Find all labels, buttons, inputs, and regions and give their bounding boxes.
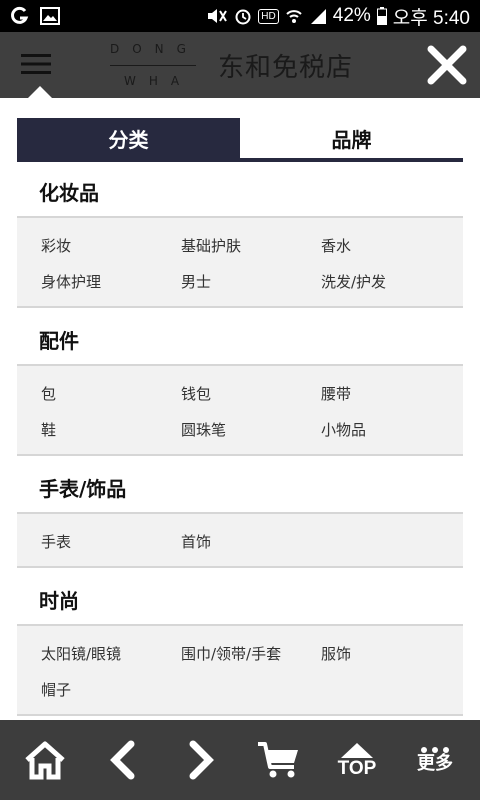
section-title[interactable]: 配件 bbox=[17, 314, 463, 364]
back-button[interactable] bbox=[88, 725, 158, 795]
category-item[interactable]: 身体护理 bbox=[41, 263, 181, 299]
section-accessories: 配件 包 钱包 腰带 鞋 圆珠笔 小物品 bbox=[17, 314, 463, 456]
category-item[interactable]: 彩妆 bbox=[41, 227, 181, 263]
category-item[interactable]: 鞋 bbox=[41, 411, 181, 447]
category-item[interactable]: 服饰 bbox=[321, 635, 461, 671]
status-bar: HD 42% 오후 5:40 bbox=[0, 0, 480, 32]
category-item[interactable]: 腰带 bbox=[321, 375, 461, 411]
top-label: TOP bbox=[337, 758, 377, 779]
home-icon bbox=[25, 741, 65, 780]
category-item[interactable]: 圆珠笔 bbox=[181, 411, 321, 447]
forward-button[interactable] bbox=[166, 725, 236, 795]
battery-icon bbox=[376, 7, 387, 25]
app-header: DONG WHA 东和免税店 bbox=[0, 32, 480, 98]
mute-icon bbox=[206, 7, 228, 25]
section-watches-jewelry: 手表/饰品 手表 首饰 bbox=[17, 462, 463, 568]
image-notification-icon bbox=[40, 7, 60, 25]
category-item[interactable]: 小物品 bbox=[321, 411, 461, 447]
hd-icon: HD bbox=[258, 8, 279, 24]
chevron-left-icon bbox=[110, 740, 135, 780]
home-button[interactable] bbox=[10, 725, 80, 795]
section-title[interactable]: 手表/饰品 bbox=[17, 462, 463, 512]
close-button[interactable] bbox=[424, 42, 470, 88]
signal-icon bbox=[309, 7, 327, 25]
menu-pointer bbox=[28, 86, 52, 98]
battery-percent: 42% bbox=[332, 5, 371, 26]
section-items: 彩妆 基础护肤 香水 身体护理 男士 洗发/护发 bbox=[17, 216, 463, 308]
close-icon bbox=[427, 45, 467, 85]
section-title[interactable]: 化妆品 bbox=[17, 166, 463, 216]
app-notification-icon bbox=[10, 6, 30, 26]
logo-line-bottom: WHA bbox=[124, 74, 193, 88]
category-item[interactable]: 基础护肤 bbox=[181, 227, 321, 263]
category-item[interactable]: 首饰 bbox=[181, 523, 321, 559]
category-item[interactable]: 手表 bbox=[41, 523, 181, 559]
menu-button[interactable] bbox=[10, 40, 62, 88]
logo-divider bbox=[110, 64, 196, 66]
section-items: 手表 首饰 bbox=[17, 512, 463, 568]
category-item[interactable]: 围巾/领带/手套 bbox=[181, 635, 321, 671]
section-cosmetics: 化妆品 彩妆 基础护肤 香水 身体护理 男士 洗发/护发 bbox=[17, 166, 463, 308]
arrow-up-icon bbox=[341, 743, 373, 758]
logo-line-top: DONG bbox=[110, 42, 199, 56]
more-button[interactable]: 更多 bbox=[400, 725, 470, 795]
chevron-right-icon bbox=[189, 740, 214, 780]
section-fashion: 时尚 太阳镜/眼镜 围巾/领带/手套 服饰 帽子 bbox=[17, 574, 463, 716]
category-item[interactable]: 太阳镜/眼镜 bbox=[41, 635, 181, 671]
category-list: 化妆品 彩妆 基础护肤 香水 身体护理 男士 洗发/护发 配件 包 钱包 腰带 … bbox=[17, 166, 463, 716]
category-brand-tabs: 分类 品牌 bbox=[17, 118, 463, 162]
wifi-icon bbox=[285, 7, 303, 25]
category-item[interactable]: 洗发/护发 bbox=[321, 263, 461, 299]
store-name: 东和免税店 bbox=[218, 52, 354, 83]
logo-mark: DONG WHA bbox=[110, 42, 196, 88]
category-item[interactable]: 男士 bbox=[181, 263, 321, 299]
category-item[interactable]: 香水 bbox=[321, 227, 461, 263]
tab-category[interactable]: 分类 bbox=[17, 118, 240, 158]
bottom-nav-bar: TOP 更多 bbox=[0, 720, 480, 800]
alarm-icon bbox=[234, 7, 252, 25]
category-item[interactable]: 帽子 bbox=[41, 671, 181, 707]
tab-brand[interactable]: 品牌 bbox=[240, 118, 463, 158]
cart-button[interactable] bbox=[244, 725, 314, 795]
category-item[interactable]: 包 bbox=[41, 375, 181, 411]
category-item[interactable]: 钱包 bbox=[181, 375, 321, 411]
cart-icon bbox=[258, 742, 298, 778]
more-label: 更多 bbox=[417, 753, 453, 774]
top-button[interactable]: TOP bbox=[322, 725, 392, 795]
clock: 오후 5:40 bbox=[392, 7, 470, 29]
section-title[interactable]: 时尚 bbox=[17, 574, 463, 624]
store-logo: DONG WHA 东和免税店 bbox=[110, 42, 380, 88]
section-items: 太阳镜/眼镜 围巾/领带/手套 服饰 帽子 bbox=[17, 624, 463, 716]
section-items: 包 钱包 腰带 鞋 圆珠笔 小物品 bbox=[17, 364, 463, 456]
hamburger-icon bbox=[21, 54, 51, 74]
